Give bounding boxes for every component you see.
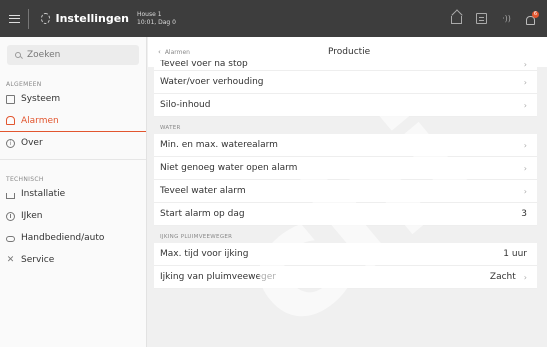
list-item[interactable]: Water/voer verhouding › [154, 71, 537, 94]
sidebar-item-systeem[interactable]: Systeem [0, 88, 146, 110]
chevron-right-icon: › [523, 77, 527, 87]
house-name: House 1 [137, 10, 162, 18]
bell-icon [6, 116, 15, 125]
search-input[interactable]: Zoeken [7, 45, 139, 65]
list-item-label: Water/voer verhouding [160, 77, 264, 87]
list-item-label: Niet genoeg water open alarm [160, 163, 298, 173]
house-icon [6, 192, 15, 199]
box-icon [6, 94, 15, 104]
chevron-right-icon: › [523, 60, 527, 69]
list-item[interactable]: Start alarm op dag 3 [154, 203, 537, 226]
sidebar-item-service[interactable]: ✕ Service [0, 249, 146, 271]
tools-icon: ✕ [6, 254, 15, 265]
section-label-algemeen: ALGEMEEN [6, 81, 42, 88]
top-bar: Instellingen House 1 10:01, Dag 0 ·)) 6 [0, 0, 547, 37]
app-title-group: Instellingen [29, 12, 129, 25]
chevron-left-icon: ‹ [158, 48, 161, 56]
remote-icon [6, 235, 15, 242]
list-item-value[interactable]: 1 uur [503, 249, 527, 259]
signal-icon[interactable]: ·)) [501, 13, 512, 24]
sidebar-divider [0, 159, 146, 160]
house-time: 10:01, Dag 0 [137, 18, 176, 26]
chevron-right-icon: › [523, 272, 527, 282]
list-item-label: Ijking van pluimveeweger [160, 272, 276, 282]
main-panel: ‹ Alarmen Productie Teveel voer na stop … [148, 37, 547, 347]
search-icon [15, 52, 21, 58]
list-item[interactable]: Min. en max. waterealarm › [154, 134, 537, 157]
group-header-water: WATER [154, 117, 537, 134]
sidebar-item-alarmen[interactable]: Alarmen [0, 110, 146, 132]
back-label: Alarmen [164, 48, 190, 56]
info-icon: i [6, 138, 15, 148]
list-item-label: Teveel water alarm [160, 186, 246, 196]
gear-icon [41, 13, 50, 24]
top-icons: ·)) 6 [451, 10, 547, 25]
search-placeholder: Zoeken [27, 50, 61, 60]
section-label-technisch: TECHNISCH [6, 176, 44, 183]
sidebar-item-label: Systeem [21, 94, 61, 104]
notification-bell-icon[interactable]: 6 [526, 10, 539, 25]
list-item-value[interactable]: 3 [521, 209, 527, 219]
chevron-right-icon: › [523, 186, 527, 196]
notification-badge: 6 [532, 10, 539, 18]
list-item-label: Start alarm op dag [160, 209, 245, 219]
sidebar-item-ijken[interactable]: IJken [0, 205, 146, 227]
group-header-weigher: IJKING PLUIMVEEWEGER [154, 226, 537, 243]
sidebar-item-label: Handbediend/auto [21, 233, 105, 243]
document-icon[interactable] [476, 13, 487, 24]
hamburger-menu-icon[interactable] [0, 0, 28, 37]
sidebar-item-label: Alarmen [21, 115, 59, 126]
sidebar: Zoeken ALGEMEEN Systeem Alarmen i Over T… [0, 37, 147, 347]
sidebar-item-label: IJken [21, 211, 43, 221]
back-button[interactable]: ‹ Alarmen [158, 48, 190, 56]
settings-list: Teveel voer na stop › Water/voer verhoud… [154, 60, 537, 289]
list-item[interactable]: Niet genoeg water open alarm › [154, 157, 537, 180]
list-item-label: Min. en max. waterealarm [160, 140, 278, 150]
house-info[interactable]: House 1 10:01, Dag 0 [137, 11, 176, 27]
list-item[interactable]: Silo-inhoud › [154, 94, 537, 117]
list-item-value: Zacht [489, 272, 516, 282]
home-icon[interactable] [451, 16, 462, 24]
list-item-label: Max. tijd voor ijking [160, 249, 249, 259]
list-item-label: Teveel voer na stop [160, 60, 248, 69]
chevron-right-icon: › [523, 140, 527, 150]
sidebar-item-over[interactable]: i Over [0, 132, 146, 154]
app-title: Instellingen [55, 12, 130, 25]
chevron-right-icon: › [523, 163, 527, 173]
scale-icon [6, 211, 15, 221]
sidebar-item-handbediend[interactable]: Handbediend/auto [0, 227, 146, 249]
list-item[interactable]: Teveel water alarm › [154, 180, 537, 203]
sidebar-item-label: Installatie [21, 189, 66, 199]
page-title: Productie [328, 47, 371, 57]
sidebar-item-label: Service [21, 255, 55, 265]
list-item[interactable]: Ijking van pluimveeweger Zacht › [154, 266, 537, 289]
sidebar-item-label: Over [21, 138, 43, 148]
list-item-label: Silo-inhoud [160, 100, 211, 110]
chevron-right-icon: › [523, 100, 527, 110]
list-item[interactable]: Teveel voer na stop › [154, 60, 537, 71]
list-item[interactable]: Max. tijd voor ijking 1 uur [154, 243, 537, 266]
sidebar-item-installatie[interactable]: Installatie [0, 183, 146, 205]
